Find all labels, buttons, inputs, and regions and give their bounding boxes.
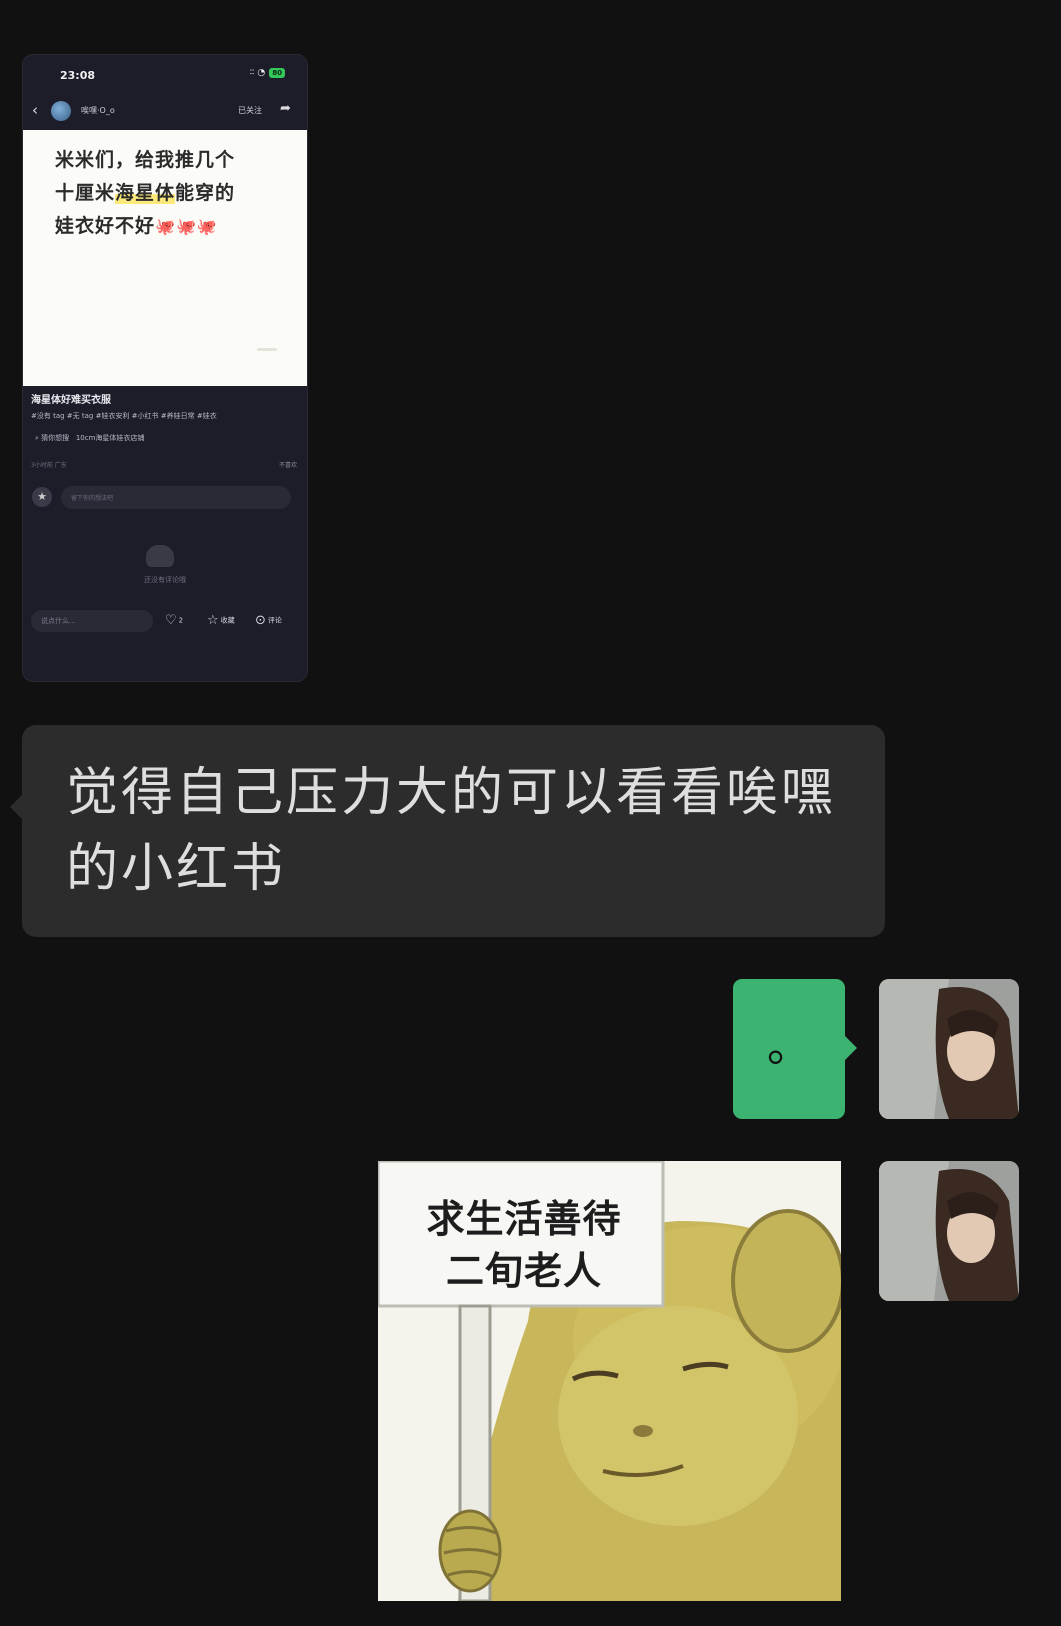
related-search: ⌕ 猜你想搜 10cm海星体娃衣店铺 <box>35 433 144 443</box>
say-something-input: 说点什么... <box>31 610 153 632</box>
search-icon: ⌕ <box>35 434 39 442</box>
sticker-caption: 求生活善待 二旬老人 <box>394 1193 654 1297</box>
comment-action: ⊙ 评论 <box>255 613 282 628</box>
page-indicator <box>257 348 277 351</box>
bottom-action-bar: 说点什么... ♡ 2 ☆ 收藏 ⊙ 评论 <box>23 605 307 637</box>
note-line: 米米们，给我推几个 <box>55 149 236 171</box>
note-card: 米米们，给我推几个 十厘米海星体能穿的 娃衣好不好🐙🐙🐙 <box>23 130 307 386</box>
like-action: ♡ 2 <box>165 613 183 628</box>
comment-placeholder: 留下你的想法吧 <box>71 495 114 502</box>
say-placeholder: 说点什么... <box>41 617 76 625</box>
like-count: 2 <box>178 616 184 625</box>
heart-icon: ♡ <box>165 613 177 628</box>
back-icon: ‹ <box>32 101 38 119</box>
my-avatar[interactable] <box>879 1161 1019 1301</box>
comment-input: 留下你的想法吧 <box>61 486 291 509</box>
note-highlight: 海星体 <box>115 182 176 204</box>
avatar-photo <box>879 979 1019 1119</box>
no-comments-text: 还没有评论哦 <box>144 576 186 584</box>
star-icon: ☆ <box>207 613 219 628</box>
shared-screenshot-image[interactable]: 23:08 ∶∶ ◔ 80 ‹ 唉嘿·O_o 已关注 ➦ 米米们，给我推几个 十… <box>23 55 307 681</box>
sticker-caption-line: 二旬老人 <box>445 1249 602 1293</box>
status-time: 23:08 <box>60 69 96 82</box>
note-line: 十厘米 <box>55 182 116 204</box>
sticker-caption-line: 求生活善待 <box>426 1197 622 1241</box>
status-bar: 23:08 ∶∶ ◔ 80 <box>23 55 307 95</box>
message-text: 觉得自己压力大的可以看看唉嘿的小红书 <box>66 763 837 899</box>
comment-label: 评论 <box>267 616 282 625</box>
battery-icon: 80 <box>269 68 285 78</box>
status-icons: ∶∶ ◔ 80 <box>250 68 285 78</box>
post-meta: 3小时前 广东 <box>31 462 67 469</box>
note-line: 能穿的 <box>175 182 236 204</box>
empty-comments-icon <box>146 545 174 567</box>
user-avatar: ★ <box>32 487 52 507</box>
search-prefix: 猜你想搜 <box>41 434 70 442</box>
incoming-message-bubble[interactable]: 觉得自己压力大的可以看看唉嘿的小红书 <box>10 725 885 937</box>
share-icon: ➦ <box>280 101 291 116</box>
note-header: ‹ 唉嘿·O_o 已关注 ➦ <box>23 95 307 127</box>
note-text: 米米们，给我推几个 十厘米海星体能穿的 娃衣好不好🐙🐙🐙 <box>55 144 280 243</box>
post-title: 海星体好难买衣服 <box>31 395 111 406</box>
my-avatar[interactable] <box>879 979 1019 1119</box>
note-line: 娃衣好不好 <box>55 215 156 237</box>
outgoing-message-bubble[interactable]: 。 <box>733 979 857 1119</box>
follow-status: 已关注 <box>238 106 262 115</box>
comment-icon: ⊙ <box>255 613 266 628</box>
signal-icon: ∶∶ ◔ <box>249 68 266 78</box>
sticker-image[interactable]: 求生活善待 二旬老人 <box>378 1161 841 1601</box>
octopus-emoji: 🐙🐙🐙 <box>155 217 218 236</box>
collect-label: 收藏 <box>220 616 235 625</box>
post-tags: #没有 tag #无 tag #娃衣安利 #小红书 #养娃日常 #娃衣 <box>31 412 217 420</box>
avatar-photo <box>879 1161 1019 1301</box>
collect-action: ☆ 收藏 <box>207 613 235 628</box>
author-avatar <box>51 101 71 121</box>
message-text: 。 <box>767 1021 811 1072</box>
dislike-label: 不喜欢 <box>278 462 297 469</box>
search-query: 10cm海星体娃衣店铺 <box>75 434 145 442</box>
author-name: 唉嘿·O_o <box>81 106 115 115</box>
